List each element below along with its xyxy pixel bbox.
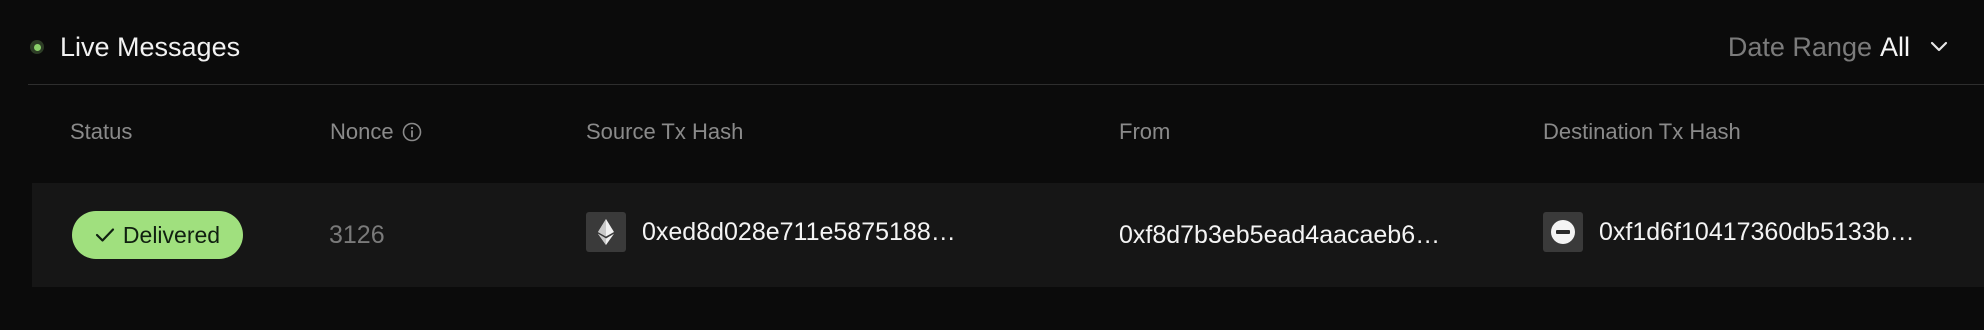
ethereum-icon	[586, 212, 626, 252]
destination-tx-hash-link[interactable]: 0xf1d6f10417360db5133b…	[1599, 218, 1915, 247]
from-address-link[interactable]: 0xf8d7b3eb5ead4aacaeb6…	[1119, 217, 1440, 253]
chevron-down-icon	[1928, 36, 1950, 58]
status-badge: Delivered	[72, 211, 243, 259]
live-messages-header: Live Messages Date Range All	[28, 0, 1984, 85]
column-header-nonce: Nonce	[330, 118, 422, 146]
column-header-destination-tx-hash: Destination Tx Hash	[1543, 119, 1741, 144]
live-indicator-icon	[30, 40, 44, 54]
live-messages-panel: Live Messages Date Range All Status Nonc…	[0, 0, 1984, 330]
page-title: Live Messages	[60, 32, 241, 62]
status-badge-label: Delivered	[122, 221, 221, 248]
check-icon	[95, 222, 115, 249]
source-tx-hash-cell[interactable]: 0xed8d028e711e5875188…	[586, 211, 956, 253]
date-range-label: Date Range	[1727, 32, 1872, 62]
table-row[interactable]: Delivered 3126 0xed8d028e711e5875188… 0x…	[32, 183, 1984, 287]
column-header-source-tx-hash: Source Tx Hash	[586, 119, 744, 144]
date-range-value: All	[1879, 32, 1910, 62]
destination-tx-hash-cell[interactable]: 0xf1d6f10417360db5133b…	[1543, 211, 1915, 253]
column-header-status: Status	[70, 119, 133, 144]
info-icon[interactable]	[402, 122, 422, 142]
nonce-value: 3126	[329, 221, 385, 249]
column-header-from: From	[1119, 119, 1171, 144]
date-range-dropdown[interactable]: Date Range All	[1728, 30, 1950, 64]
minus-circle-chain-icon	[1543, 212, 1583, 252]
source-tx-hash-link[interactable]: 0xed8d028e711e5875188…	[642, 218, 956, 247]
